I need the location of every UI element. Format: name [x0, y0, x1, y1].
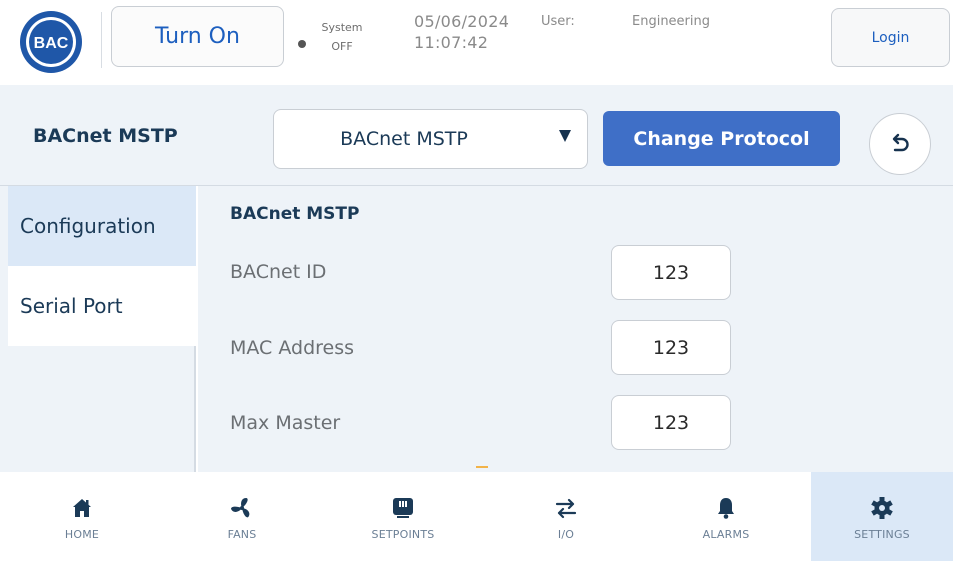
fan-icon — [230, 496, 254, 520]
nav-setpoints[interactable]: SETPOINTS — [323, 472, 483, 561]
caret-down-icon — [559, 130, 571, 142]
nav-home[interactable]: HOME — [2, 472, 162, 561]
nav-fans[interactable]: FANS — [162, 472, 322, 561]
bacnet-id-label: BACnet ID — [230, 261, 327, 283]
setpoints-icon — [391, 496, 415, 520]
user-value: Engineering — [632, 14, 710, 29]
bac-logo: BAC — [19, 10, 83, 74]
max-master-input[interactable]: 123 — [611, 395, 731, 450]
scroll-indicator — [476, 466, 488, 468]
system-state: OFF — [331, 40, 353, 53]
date-display: 05/06/2024 — [414, 12, 510, 31]
protocol-bar: BACnet MSTP BACnet MSTP Change Protocol — [0, 85, 953, 186]
nav-settings-label: SETTINGS — [854, 528, 910, 541]
header-divider — [101, 12, 102, 68]
side-nav-serial-port[interactable]: Serial Port — [8, 266, 196, 346]
protocol-select-value: BACnet MSTP — [340, 128, 468, 150]
bell-icon — [715, 496, 737, 520]
change-protocol-button[interactable]: Change Protocol — [603, 111, 840, 166]
system-label: System — [321, 21, 363, 34]
turn-on-button[interactable]: Turn On — [111, 6, 284, 67]
config-panel: BACnet MSTP BACnet ID 123 MAC Address 12… — [198, 186, 953, 472]
nav-alarms-label: ALARMS — [702, 528, 750, 541]
nav-fans-label: FANS — [227, 528, 257, 541]
back-button[interactable] — [869, 113, 931, 175]
login-button[interactable]: Login — [831, 8, 950, 67]
mac-address-input[interactable]: 123 — [611, 320, 731, 375]
system-status-indicator — [298, 40, 306, 48]
logo-lettering: BAC — [34, 35, 69, 52]
nav-settings[interactable]: SETTINGS — [811, 472, 953, 561]
nav-io[interactable]: I/O — [486, 472, 646, 561]
side-nav: Configuration Serial Port — [0, 186, 196, 472]
nav-io-label: I/O — [557, 528, 575, 541]
home-icon — [71, 496, 93, 520]
nav-alarms[interactable]: ALARMS — [646, 472, 806, 561]
app-screen: BAC Turn On System OFF 05/06/2024 11:07:… — [0, 0, 953, 561]
io-arrows-icon — [554, 496, 578, 520]
nav-home-label: HOME — [64, 528, 100, 541]
header-bar: BAC Turn On System OFF 05/06/2024 11:07:… — [0, 0, 953, 85]
gear-icon — [870, 496, 894, 520]
section-title: BACnet MSTP — [230, 204, 360, 224]
bottom-nav: HOME FANS SETPOINTS I/O ALARMS SETTINGS — [0, 472, 953, 561]
undo-arrow-icon — [892, 133, 909, 152]
protocol-title: BACnet MSTP — [33, 125, 178, 147]
mac-address-label: MAC Address — [230, 337, 355, 359]
nav-setpoints-label: SETPOINTS — [371, 528, 435, 541]
time-display: 11:07:42 — [414, 33, 489, 52]
side-nav-configuration[interactable]: Configuration — [8, 186, 196, 266]
user-label: User: — [541, 14, 575, 29]
protocol-select[interactable]: BACnet MSTP — [273, 109, 588, 169]
max-master-label: Max Master — [230, 412, 341, 434]
bacnet-id-input[interactable]: 123 — [611, 245, 731, 300]
